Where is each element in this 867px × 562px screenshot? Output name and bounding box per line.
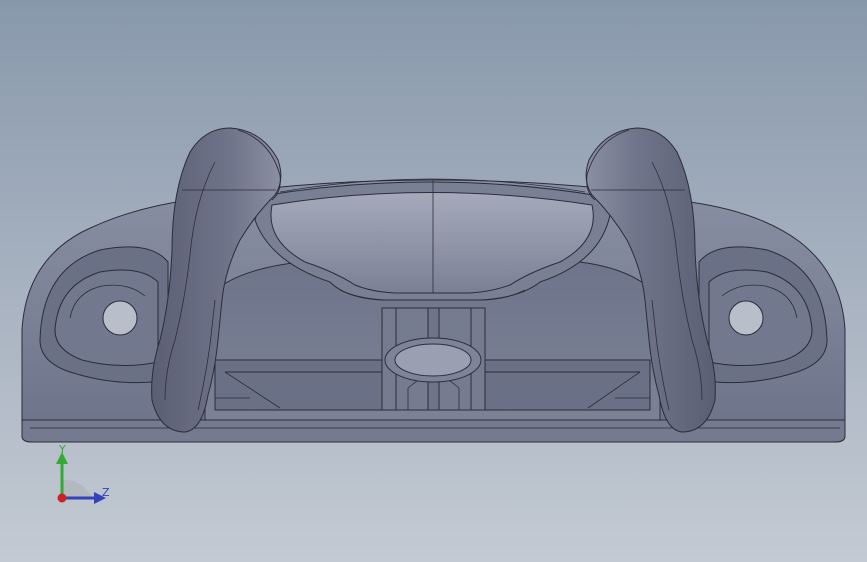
3d-model-view[interactable] <box>0 0 867 562</box>
base-bottom-edge <box>21 419 846 443</box>
part-geometry <box>21 127 846 443</box>
y-axis-label: Y <box>59 443 66 456</box>
right-mount-hole <box>728 300 764 336</box>
z-axis-label: Z <box>102 486 110 499</box>
triad-origin <box>57 493 67 503</box>
graphics-viewport[interactable]: Y Z <box>0 0 867 562</box>
triad-plane-indicator <box>62 479 92 498</box>
center-boss-inner <box>394 343 472 377</box>
left-mount-hole <box>102 300 138 336</box>
